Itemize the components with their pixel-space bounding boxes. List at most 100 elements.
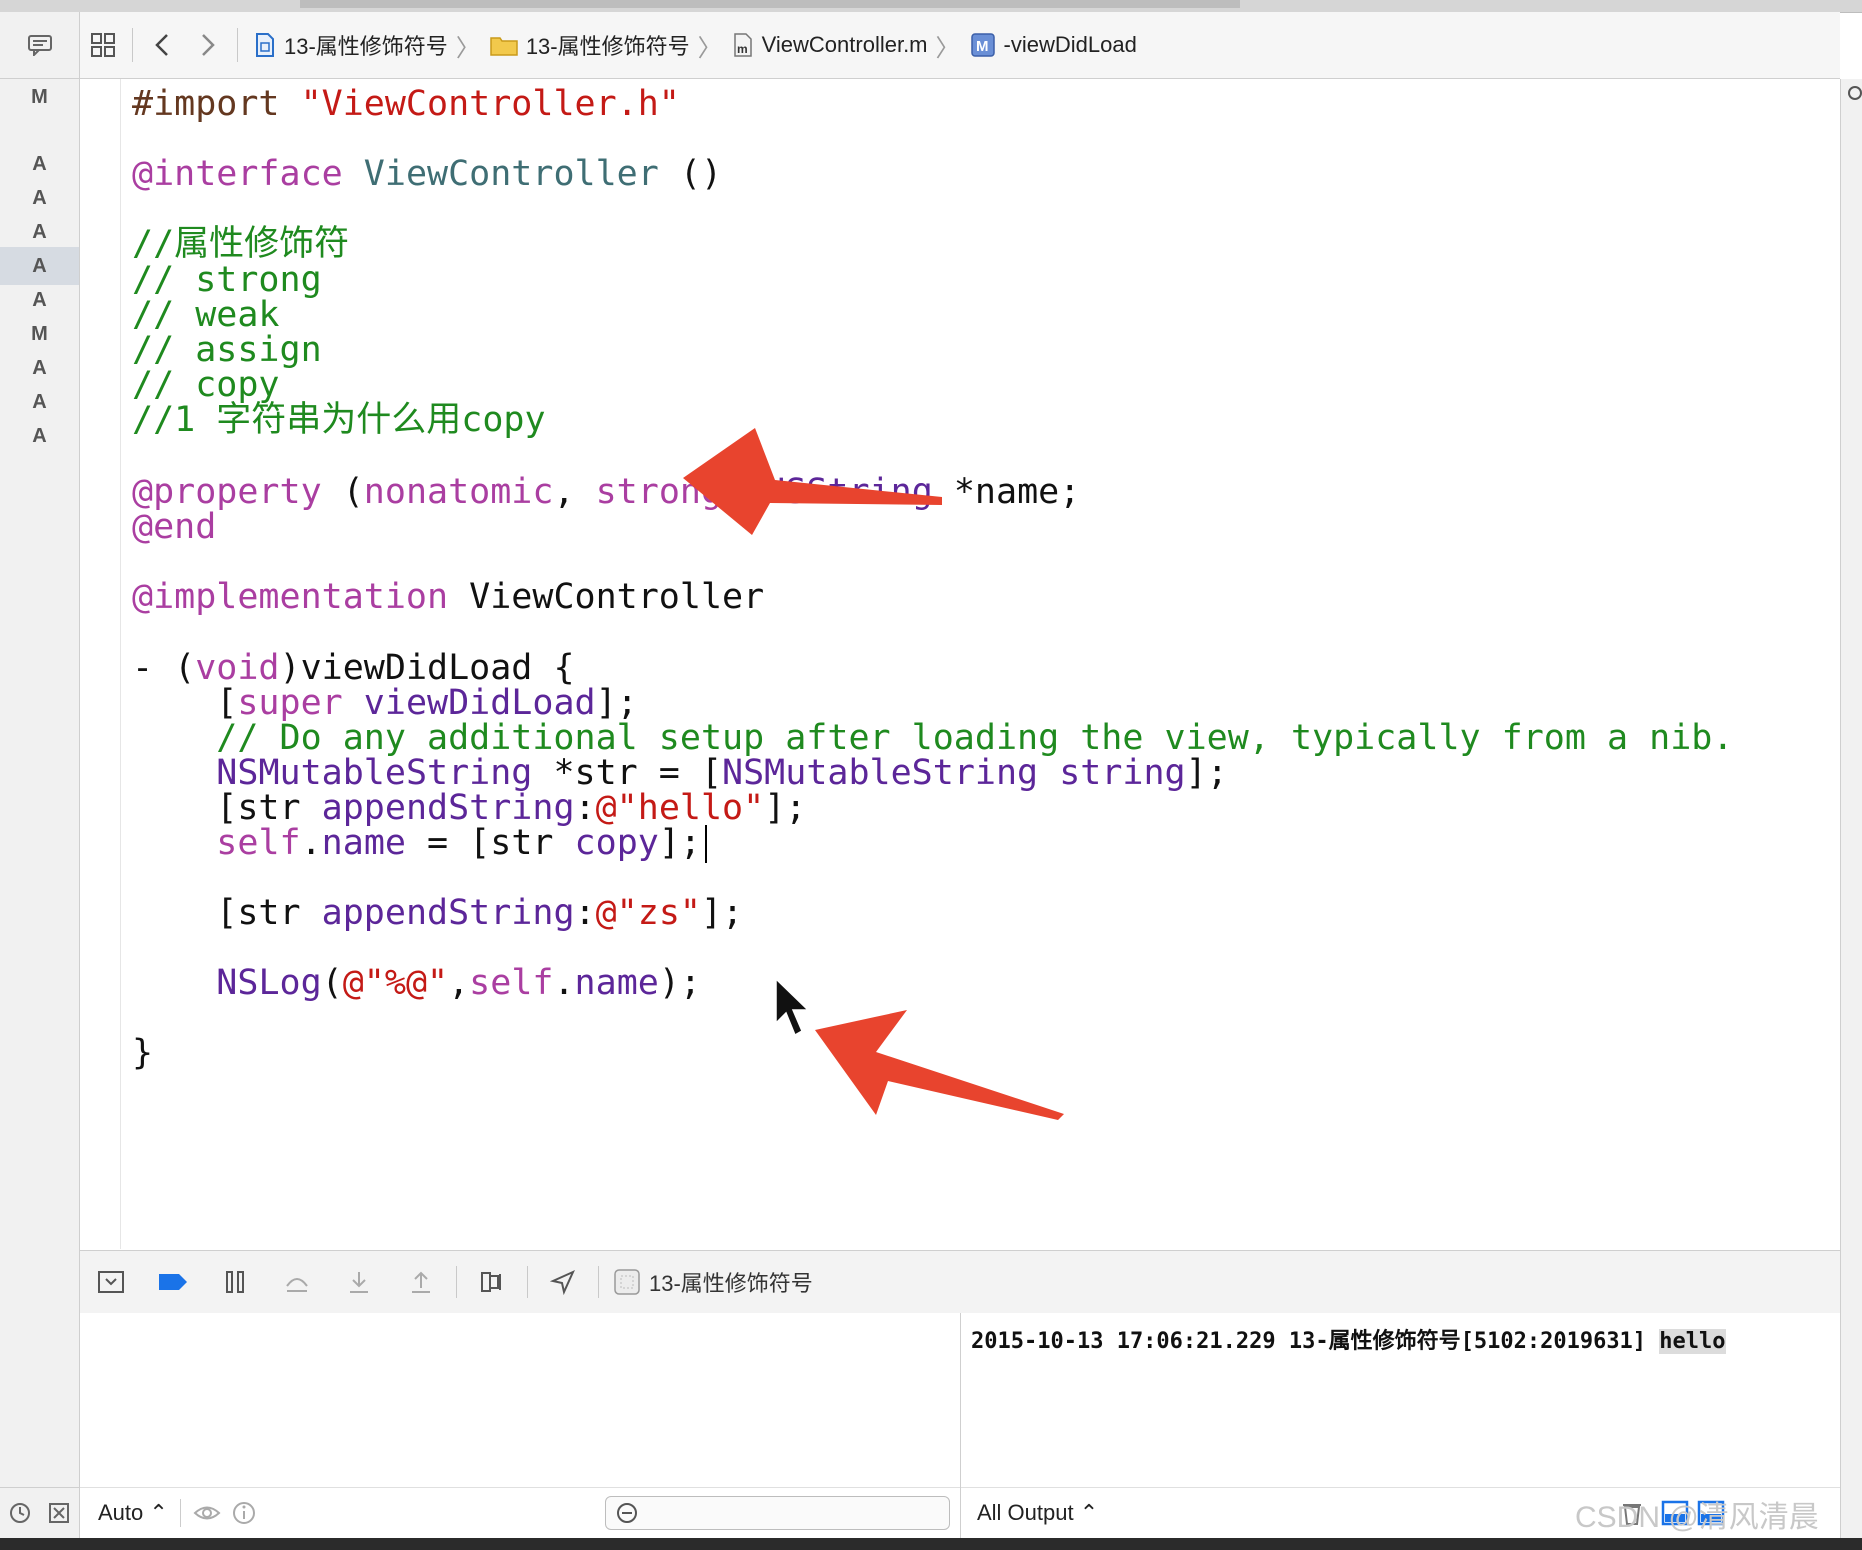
code-token: NSString bbox=[764, 472, 933, 512]
code-token: ViewController bbox=[469, 577, 765, 617]
forward-button[interactable] bbox=[185, 22, 231, 68]
variables-filter-field[interactable] bbox=[605, 1496, 950, 1530]
log-prefix: 2015-10-13 17:06:21.229 13-属性修饰符号[5102:2… bbox=[971, 1329, 1660, 1354]
clock-icon[interactable] bbox=[9, 1502, 31, 1524]
variables-footer: Auto ⌃ bbox=[80, 1487, 960, 1538]
code-token: = [str bbox=[405, 823, 575, 863]
console-log-line: 2015-10-13 17:06:21.229 13-属性修饰符号[5102:2… bbox=[971, 1323, 1726, 1355]
issue-navigator-button[interactable] bbox=[0, 12, 79, 79]
info-icon[interactable] bbox=[231, 1500, 257, 1526]
step-over-icon bbox=[286, 1278, 308, 1292]
code-token: @end bbox=[132, 507, 217, 547]
code-token: //1 字符串为什么用copy bbox=[132, 400, 546, 440]
scm-status-badge: A bbox=[32, 186, 47, 209]
filter-icon bbox=[617, 1503, 637, 1523]
scm-status-badge: M bbox=[31, 322, 48, 345]
panel-collapse-icon bbox=[98, 1271, 124, 1293]
code-token: self bbox=[469, 963, 554, 1003]
code-token: strong bbox=[595, 472, 723, 512]
breadcrumb-label: ViewController.m bbox=[761, 32, 928, 57]
scm-status-badge: A bbox=[32, 356, 47, 379]
code-token: @"zs" bbox=[595, 893, 701, 933]
pause-icon bbox=[226, 1271, 244, 1293]
code-line[interactable]: self.name = [str copy]; bbox=[132, 822, 707, 864]
code-token: copy bbox=[574, 823, 659, 863]
svg-text:M: M bbox=[976, 38, 989, 55]
scope-selector[interactable]: Auto ⌃ bbox=[98, 1500, 168, 1526]
step-out-icon bbox=[412, 1271, 430, 1293]
code-line[interactable]: NSLog(@"%@",self.name); bbox=[132, 962, 701, 1004]
comment-icon bbox=[27, 35, 52, 56]
process-selector[interactable]: 13-属性修饰符号 bbox=[613, 1266, 813, 1298]
code-line[interactable]: } bbox=[132, 1032, 153, 1074]
log-output-value: hello bbox=[1659, 1329, 1726, 1354]
variables-view[interactable]: Auto ⌃ bbox=[80, 1313, 961, 1538]
source-editor[interactable]: #import "ViewController.h" @interface Vie… bbox=[80, 79, 1840, 1249]
code-token: self bbox=[216, 823, 301, 863]
view-hierarchy-icon bbox=[481, 1272, 501, 1292]
breadcrumb-label: 13-属性修饰符号 bbox=[284, 34, 448, 59]
code-token: : bbox=[574, 893, 596, 933]
code-line[interactable]: @interface ViewController () bbox=[132, 153, 722, 195]
code-token: nonatomic bbox=[363, 472, 554, 512]
output-selector[interactable]: All Output ⌃ bbox=[977, 1500, 1098, 1526]
watermark: CSDN @清风清晨 bbox=[1575, 1501, 1819, 1534]
chevron-right-icon bbox=[202, 34, 215, 56]
grid-icon bbox=[91, 33, 115, 57]
code-token: ); bbox=[658, 963, 701, 1003]
code-token: } bbox=[132, 1033, 154, 1073]
step-out-button[interactable] bbox=[390, 1257, 452, 1307]
app-icon bbox=[614, 1269, 640, 1295]
filter-box-icon[interactable] bbox=[48, 1502, 70, 1524]
code-token: ]; bbox=[658, 823, 701, 863]
code-token: ]; bbox=[764, 788, 807, 828]
pause-button[interactable] bbox=[204, 1257, 266, 1307]
code-token: @"%@" bbox=[342, 963, 449, 1003]
step-into-button[interactable] bbox=[328, 1257, 390, 1307]
debugbar-divider bbox=[456, 1266, 457, 1298]
related-items-button[interactable] bbox=[80, 22, 126, 68]
eye-icon[interactable] bbox=[193, 1502, 221, 1524]
jumpbar-divider bbox=[237, 28, 238, 62]
breadcrumb-group[interactable]: 13-属性修饰符号 〉 bbox=[490, 28, 722, 63]
breadcrumb-project[interactable]: 13-属性修饰符号 〉 bbox=[254, 28, 480, 63]
scm-status-badge: A bbox=[32, 152, 47, 175]
code-token: //属性修饰符 bbox=[132, 224, 350, 264]
scm-status-badge: A bbox=[32, 390, 47, 413]
step-over-button[interactable] bbox=[266, 1257, 328, 1307]
window-tab-strip[interactable] bbox=[300, 0, 1240, 8]
view-debugger-button[interactable] bbox=[461, 1257, 523, 1307]
code-line[interactable]: //1 字符串为什么用copy bbox=[132, 399, 546, 441]
xcode-window: MAAAAAMAAA 13-属性修饰符号 〉 13-属性修饰符号 〉 m Vie… bbox=[0, 0, 1862, 1538]
code-token: appendString bbox=[321, 893, 575, 933]
process-label: 13-属性修饰符号 bbox=[649, 1271, 813, 1296]
code-token: @implementation bbox=[132, 577, 470, 617]
simulate-location-button[interactable] bbox=[532, 1257, 594, 1307]
project-icon bbox=[256, 33, 274, 57]
hide-debug-area-button[interactable] bbox=[80, 1257, 142, 1307]
source-control-sidebar: MAAAAAMAAA bbox=[0, 12, 80, 1538]
debug-bar: 13-属性修饰符号 bbox=[80, 1250, 1840, 1314]
code-line[interactable]: @end bbox=[132, 506, 216, 548]
breakpoint-icon bbox=[159, 1274, 187, 1290]
breadcrumb-file[interactable]: m ViewController.m 〉 bbox=[732, 28, 960, 63]
scm-status-badge: A bbox=[32, 220, 47, 243]
vertical-scroller[interactable] bbox=[1840, 79, 1862, 1538]
code-line[interactable]: [str appendString:@"zs"]; bbox=[132, 892, 743, 934]
line-gutter[interactable] bbox=[80, 79, 121, 1249]
scm-status-badge: A bbox=[32, 424, 47, 447]
back-button[interactable] bbox=[139, 22, 185, 68]
code-token: [str bbox=[132, 893, 322, 933]
code-token: ViewController bbox=[363, 154, 659, 194]
code-line[interactable]: @property (nonatomic, strong) NSString *… bbox=[132, 471, 1080, 513]
breadcrumb-method[interactable]: M -viewDidLoad bbox=[970, 32, 1137, 58]
text-caret bbox=[705, 825, 707, 863]
location-arrow-icon bbox=[550, 1270, 575, 1295]
breakpoints-toggle-button[interactable] bbox=[142, 1257, 204, 1307]
code-line[interactable]: @implementation ViewController bbox=[132, 576, 764, 618]
code-line[interactable]: #import "ViewController.h" bbox=[132, 83, 680, 125]
code-area[interactable]: #import "ViewController.h" @interface Vie… bbox=[132, 79, 1832, 1249]
code-token: ( bbox=[321, 963, 343, 1003]
